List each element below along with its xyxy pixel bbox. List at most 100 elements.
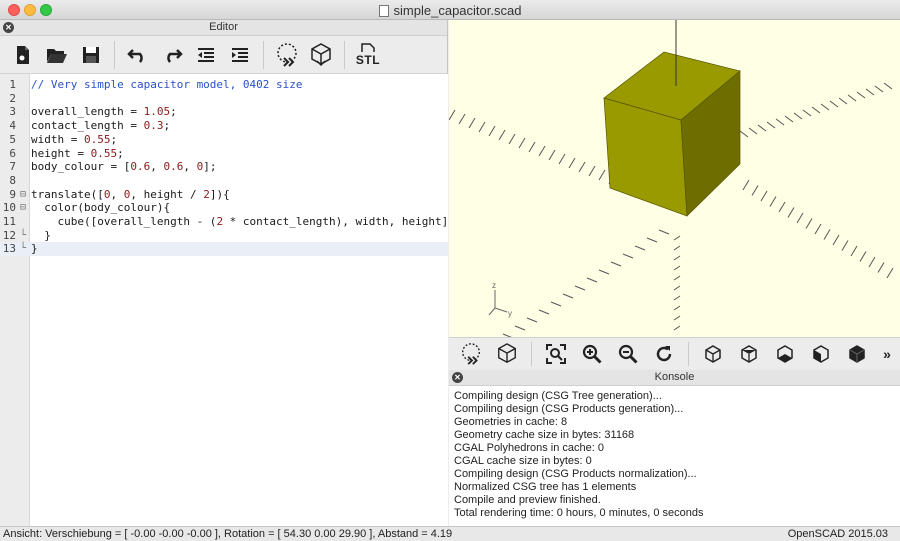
axis-tick <box>598 269 610 275</box>
view-left-button[interactable] <box>803 340 839 368</box>
code-line[interactable]: 6 height = 0.55; <box>0 147 448 161</box>
zoom-in-icon <box>582 344 602 364</box>
more-icon: » <box>883 345 891 362</box>
preview-button[interactable] <box>270 39 304 71</box>
axis-tick <box>832 234 840 246</box>
close-editor-icon[interactable]: ✕ <box>3 22 14 33</box>
editor-header: ✕ Editor <box>0 20 447 36</box>
line-number: 3 <box>9 105 16 119</box>
toolbar-separator <box>688 341 689 366</box>
axis-tick <box>508 133 516 145</box>
view-all-button[interactable] <box>538 340 574 368</box>
reset-view-button[interactable] <box>646 340 682 368</box>
axis-tick <box>574 285 586 291</box>
new-file-button[interactable] <box>6 39 40 71</box>
viewport-canvas[interactable]: z y <box>449 20 900 337</box>
axis-tick <box>793 112 803 120</box>
axis-tick <box>610 261 622 267</box>
code-line[interactable]: 8 <box>0 174 448 188</box>
axis-tick <box>877 262 885 273</box>
view-right-icon <box>705 344 721 363</box>
open-file-button[interactable] <box>40 39 74 71</box>
axis-tick <box>784 115 794 123</box>
console-line: Compiling design (CSG Tree generation)..… <box>454 390 662 402</box>
axis-tick <box>742 179 750 191</box>
code-text: width = 0.55; <box>31 132 118 146</box>
axis-tick <box>528 141 536 153</box>
code-line[interactable]: 9 ⊟ translate([0, 0, height / 2]){ <box>0 188 448 202</box>
render-button[interactable] <box>304 39 338 71</box>
axis-tick <box>538 145 546 157</box>
unindent-button[interactable] <box>189 39 223 71</box>
console-header: ✕ Konsole <box>449 370 900 386</box>
view-preview-button[interactable] <box>453 340 489 368</box>
code-line[interactable]: 12 └ } <box>0 229 448 243</box>
code-editor[interactable]: 1 // Very simple capacitor model, 0402 si… <box>0 74 501 526</box>
line-number: 8 <box>9 173 16 187</box>
axis-tick <box>514 325 526 331</box>
zoom-out-button[interactable] <box>610 340 646 368</box>
code-line[interactable]: 10 ⊟ color(body_colour){ <box>0 201 448 215</box>
line-number: 11 <box>2 215 16 228</box>
code-line[interactable]: 5 width = 0.55; <box>0 133 448 147</box>
line-number: 12 <box>2 228 16 242</box>
window-titlebar: simple_capacitor.scad <box>0 0 900 20</box>
view-top-button[interactable] <box>731 340 767 368</box>
axis-tick <box>468 117 476 129</box>
close-console-icon[interactable]: ✕ <box>452 372 463 383</box>
console-line: CGAL Polyhedrons in cache: 0 <box>454 442 605 454</box>
undo-button[interactable] <box>121 39 155 71</box>
zoom-in-button[interactable] <box>574 340 610 368</box>
editor-toolbar: STL <box>0 36 447 74</box>
window-title: simple_capacitor.scad <box>0 3 900 18</box>
document-icon <box>378 5 389 17</box>
toolbar-separator <box>263 40 264 69</box>
console-line: Geometry cache size in bytes: 31168 <box>454 429 635 441</box>
indent-button[interactable] <box>223 39 257 71</box>
render-icon <box>311 42 331 66</box>
fold-toggle-icon[interactable]: ⊟ <box>20 201 26 215</box>
view-render-button[interactable] <box>489 340 525 368</box>
zoom-out-icon <box>618 344 638 364</box>
axis-tick <box>498 129 506 141</box>
code-text: body_colour = [0.6, 0.6, 0]; <box>31 160 217 174</box>
redo-button[interactable] <box>155 39 189 71</box>
axis-tick <box>766 121 776 129</box>
view-right-button[interactable] <box>695 340 731 368</box>
export-stl-icon: STL <box>356 42 380 67</box>
axis-tick <box>526 317 538 323</box>
console-output[interactable]: Compiling design (CSG Tree generation)..… <box>449 386 900 520</box>
code-line[interactable]: 3 overall_length = 1.05; <box>0 105 448 119</box>
axis-tick <box>458 113 466 125</box>
fold-end-icon: └ <box>20 243 27 255</box>
view-front-button[interactable] <box>839 340 875 368</box>
3d-viewport[interactable]: z y <box>449 20 900 337</box>
code-line[interactable]: 7 body_colour = [0.6, 0.6, 0]; <box>0 160 448 174</box>
console-line: Compiling design (CSG Products normaliza… <box>454 468 697 480</box>
code-line[interactable]: 1 // Very simple capacitor model, 0402 si… <box>0 78 448 92</box>
export-stl-button[interactable]: STL <box>351 39 385 71</box>
code-line[interactable]: 13 └} <box>0 242 448 257</box>
console-line: Total rendering time: 0 hours, 0 minutes… <box>454 507 704 519</box>
fold-toggle-icon[interactable]: ⊟ <box>20 188 26 202</box>
code-text: height = 0.55; <box>31 146 124 160</box>
axis-tick <box>548 149 556 161</box>
axis-tick <box>787 207 795 218</box>
code-line[interactable]: 4 contact_length = 0.3; <box>0 119 448 133</box>
save-icon <box>83 46 99 63</box>
axis-tick <box>796 212 804 224</box>
code-line[interactable]: 11 cube([overall_length - (2 * contact_l… <box>0 215 501 229</box>
more-tools-button[interactable]: » <box>875 340 899 368</box>
axis-tick <box>673 285 681 291</box>
preview-icon <box>277 42 297 67</box>
axis-tick <box>874 85 884 93</box>
axis-tick <box>823 229 831 240</box>
console-line: Geometries in cache: 8 <box>454 416 568 428</box>
indent-icon <box>232 47 248 62</box>
y-axis-label: y <box>508 309 512 318</box>
save-button[interactable] <box>74 39 108 71</box>
axis-tick <box>673 235 681 241</box>
code-text: overall_length = 1.05; <box>31 105 177 119</box>
code-line[interactable]: 2 <box>0 92 448 106</box>
view-bottom-button[interactable] <box>767 340 803 368</box>
